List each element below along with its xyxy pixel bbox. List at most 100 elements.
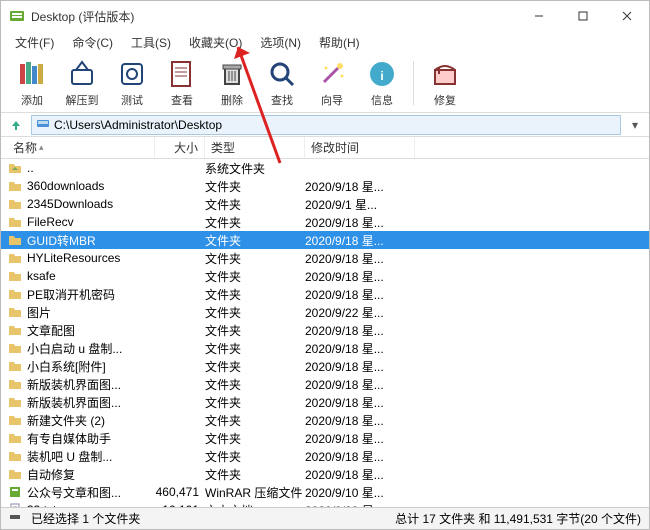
cell-name: .. [27,161,155,175]
cell-type: 文件夹 [205,178,305,195]
repair-button[interactable]: 修复 [422,55,468,111]
list-item[interactable]: ksafe文件夹2020/9/18 星... [1,267,649,285]
list-item[interactable]: 装机吧 U 盘制... 文件夹2020/9/18 星... [1,447,649,465]
status-right: 总计 17 文件夹 和 11,491,531 字节(20 个文件) [395,510,641,527]
cell-name: ksafe [27,269,155,283]
list-item[interactable]: GUID转MBR文件夹2020/9/18 星... [1,231,649,249]
find-button[interactable]: 查找 [259,55,305,111]
list-item[interactable]: FileRecv文件夹2020/9/18 星... [1,213,649,231]
view-button[interactable]: 查看 [159,55,205,111]
cell-type: 文件夹 [205,340,305,357]
path-text: C:\Users\Administrator\Desktop [54,118,222,132]
up-folder-icon [7,160,23,176]
header-name[interactable]: 名称▴ [7,137,155,158]
list-item[interactable]: PE取消开机密码文件夹2020/9/18 星... [1,285,649,303]
list-item[interactable]: 360downloads文件夹2020/9/18 星... [1,177,649,195]
menu-item-4[interactable]: 选项(N) [252,32,309,53]
cell-type: 文件夹 [205,448,305,465]
cell-size: 460,471 [155,485,205,499]
menu-item-5[interactable]: 帮助(H) [311,32,368,53]
svg-text:i: i [380,69,383,83]
list-item[interactable]: HYLiteResources文件夹2020/9/18 星... [1,249,649,267]
cell-type: 文件夹 [205,394,305,411]
test-button[interactable]: 测试 [109,55,155,111]
folder-icon [7,322,23,338]
cell-name: HYLiteResources [27,251,155,265]
folder-icon [7,232,23,248]
path-box[interactable]: C:\Users\Administrator\Desktop [31,115,621,135]
cell-name: 有专自媒体助手 [27,430,155,447]
cell-date: 2020/9/10 星... [305,484,415,501]
list-item[interactable]: 新版装机界面图...文件夹2020/9/18 星... [1,393,649,411]
file-list[interactable]: ..系统文件夹360downloads文件夹2020/9/18 星...2345… [1,159,649,507]
wand-icon [316,58,348,90]
menu-item-1[interactable]: 命令(C) [64,32,121,53]
folder-icon [7,214,23,230]
view-icon [166,58,198,90]
cell-date: 2020/9/18 星... [305,322,415,339]
header-date[interactable]: 修改时间 [305,137,415,158]
list-item[interactable]: 新版装机界面图...文件夹2020/9/18 星... [1,375,649,393]
toolbar-label: 解压到 [66,92,99,108]
cell-name: 小白启动 u 盘制... [27,340,155,357]
up-button[interactable] [7,116,25,134]
cell-name: 图片 [27,304,155,321]
info-button[interactable]: i信息 [359,55,405,111]
wizard-button[interactable]: 向导 [309,55,355,111]
folder-icon [7,250,23,266]
cell-type: 文件夹 [205,466,305,483]
cell-type: 文件夹 [205,322,305,339]
delete-button[interactable]: 删除 [209,55,255,111]
add-button[interactable]: 添加 [9,55,55,111]
cell-type: 文件夹 [205,196,305,213]
titlebar: Desktop (评估版本) [1,1,649,31]
list-item[interactable]: 自动修复文件夹2020/9/18 星... [1,465,649,483]
cell-date: 2020/9/22 星... [305,304,415,321]
list-item[interactable]: 小白启动 u 盘制...文件夹2020/9/18 星... [1,339,649,357]
cell-name: 装机吧 U 盘制... [27,448,155,465]
cell-date: 2020/9/18 星... [305,250,415,267]
drive-icon [36,116,50,133]
menu-item-3[interactable]: 收藏夹(O) [181,32,250,53]
cell-date: 2020/9/18 星... [305,448,415,465]
window-title: Desktop (评估版本) [31,8,517,25]
list-item[interactable]: 新建文件夹 (2)文件夹2020/9/18 星... [1,411,649,429]
path-dropdown[interactable]: ▾ [627,118,643,132]
cell-type: 文件夹 [205,214,305,231]
cell-date: 2020/9/18 星... [305,232,415,249]
cell-type: 文件夹 [205,286,305,303]
menu-item-0[interactable]: 文件(F) [7,32,62,53]
extract-icon [66,58,98,90]
status-left: 已经选择 1 个文件夹 [31,510,387,527]
cell-name: FileRecv [27,215,155,229]
header-size[interactable]: 大小 [155,137,205,158]
folder-icon [7,394,23,410]
trash-icon [216,58,248,90]
maximize-button[interactable] [561,1,605,31]
minimize-button[interactable] [517,1,561,31]
close-button[interactable] [605,1,649,31]
cell-date: 2020/9/18 星... [305,412,415,429]
list-item[interactable]: 有专自媒体助手文件夹2020/9/18 星... [1,429,649,447]
repair-icon [429,58,461,90]
extract-button[interactable]: 解压到 [59,55,105,111]
info-icon: i [366,58,398,90]
magnifier-icon [266,58,298,90]
folder-icon [7,178,23,194]
status-icon [9,511,23,526]
list-item[interactable]: 2345Downloads文件夹2020/9/1 星... [1,195,649,213]
cell-name: PE取消开机密码 [27,286,155,303]
list-item[interactable]: 小白系统[附件]文件夹2020/9/18 星... [1,357,649,375]
folder-icon [7,196,23,212]
list-item[interactable]: 文章配图文件夹2020/9/18 星... [1,321,649,339]
cell-type: 文件夹 [205,232,305,249]
toolbar-label: 查找 [271,92,293,108]
toolbar-label: 测试 [121,92,143,108]
list-item[interactable]: 图片文件夹2020/9/22 星... [1,303,649,321]
menu-item-2[interactable]: 工具(S) [123,32,179,53]
list-item[interactable]: 公众号文章和图...460,471WinRAR 压缩文件2020/9/10 星.… [1,483,649,501]
cell-name: 小白系统[附件] [27,358,155,375]
menubar: 文件(F)命令(C)工具(S)收藏夹(O)选项(N)帮助(H) [1,31,649,53]
list-item[interactable]: ..系统文件夹 [1,159,649,177]
header-type[interactable]: 类型 [205,137,305,158]
